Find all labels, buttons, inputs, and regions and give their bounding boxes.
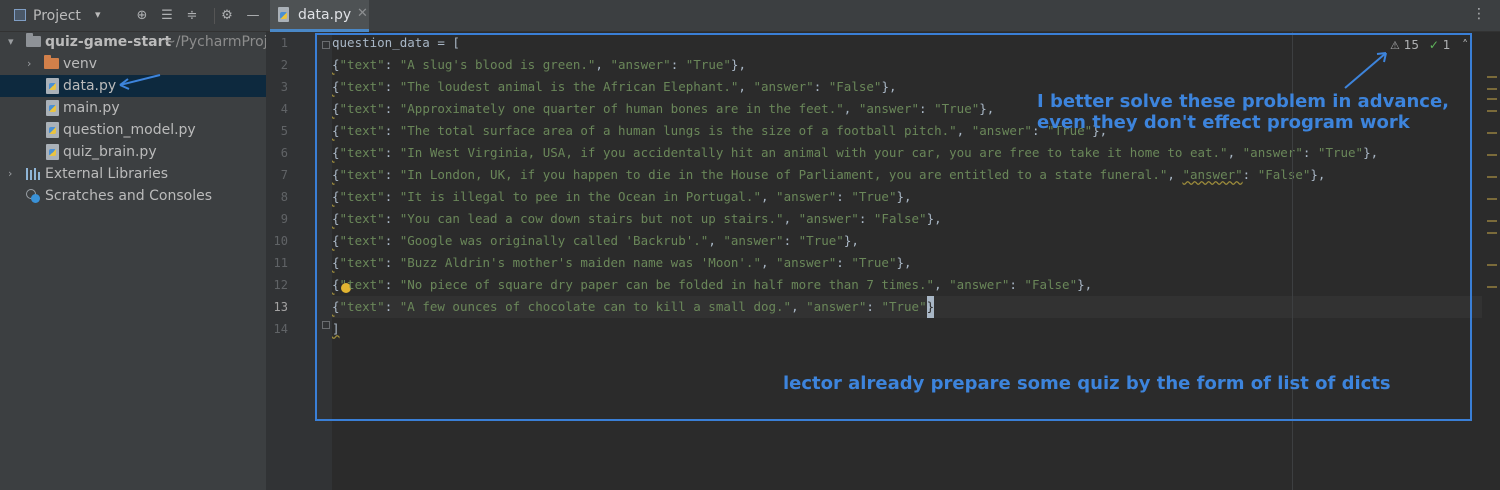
line-number: 2	[280, 58, 288, 72]
root-folder-label: quiz-game-start	[45, 34, 172, 50]
tree-item-quiz-brain-py[interactable]: quiz_brain.py	[0, 141, 266, 163]
tab-data-py[interactable]: data.py ✕	[270, 0, 369, 32]
tabs-menu-icon[interactable]: ⋮	[1472, 6, 1486, 22]
project-panel-header: Project ▾ ⊕ ☰ ≑ ⚙ —	[0, 0, 266, 32]
tree-item-label: question_model.py	[63, 122, 196, 138]
libraries-icon	[26, 168, 40, 180]
chevron-down-icon[interactable]: ▾	[8, 31, 14, 53]
folder-icon	[26, 33, 41, 47]
locate-file-icon[interactable]: ⊕	[131, 5, 153, 27]
hide-panel-icon[interactable]: —	[242, 5, 264, 27]
tree-root-quiz-game-start[interactable]: ▾ quiz-game-start ~/PycharmProj	[0, 31, 268, 53]
warning-stripe-mark	[1487, 176, 1497, 178]
line-number: 4	[280, 102, 288, 116]
project-tool-window: Project ▾ ⊕ ☰ ≑ ⚙ — ▾ quiz-game-start ~/…	[0, 0, 268, 490]
warning-stripe-mark	[1487, 264, 1497, 266]
line-number: 11	[273, 256, 288, 270]
warning-stripe-mark	[1487, 88, 1497, 90]
tree-item-label: quiz_brain.py	[63, 144, 157, 160]
tab-label: data.py	[298, 7, 352, 23]
tree-item-main-py[interactable]: main.py	[0, 97, 266, 119]
gear-icon[interactable]: ⚙	[216, 5, 238, 27]
annotation-advice-line-2: even they don't effect program work	[1037, 112, 1410, 133]
warning-stripe-mark	[1487, 132, 1497, 134]
tree-item-label: data.py	[63, 78, 117, 94]
expand-all-icon[interactable]: ☰	[156, 5, 178, 27]
tree-item-external-libraries[interactable]: › External Libraries	[0, 163, 266, 185]
line-number: 10	[273, 234, 288, 248]
warning-stripe-mark	[1487, 76, 1497, 78]
tree-item-label: main.py	[63, 100, 120, 116]
warning-stripe-mark	[1487, 110, 1497, 112]
python-file-icon	[46, 144, 59, 160]
line-number: 8	[280, 190, 288, 204]
line-number: 1	[280, 36, 288, 50]
tree-item-question-model-py[interactable]: question_model.py	[0, 119, 266, 141]
close-icon[interactable]: ✕	[357, 6, 368, 21]
line-number: 7	[280, 168, 288, 182]
line-number: 6	[280, 146, 288, 160]
scratches-icon	[26, 189, 40, 203]
collapse-all-icon[interactable]: ≑	[181, 5, 203, 27]
warning-stripe-mark	[1487, 232, 1497, 234]
line-number: 12	[273, 278, 288, 292]
error-stripe[interactable]	[1484, 32, 1500, 490]
python-file-icon	[46, 122, 59, 138]
warning-stripe-mark	[1487, 98, 1497, 100]
annotation-quiz-note: lector already prepare some quiz by the …	[783, 373, 1391, 394]
tree-item-venv[interactable]: › venv	[0, 53, 266, 75]
tree-item-label: Scratches and Consoles	[45, 188, 212, 204]
line-number: 5	[280, 124, 288, 138]
warning-stripe-mark	[1487, 220, 1497, 222]
root-folder-path: ~/PycharmProj	[164, 34, 268, 50]
line-number: 13	[273, 300, 288, 314]
chevron-right-icon[interactable]: ›	[27, 53, 31, 75]
editor-tab-bar: data.py ✕ ⋮	[266, 0, 1500, 32]
project-view-selector[interactable]: Project	[33, 8, 81, 24]
line-number: 3	[280, 80, 288, 94]
line-number: 14	[273, 322, 288, 336]
line-number: 9	[280, 212, 288, 226]
warning-stripe-mark	[1487, 286, 1497, 288]
python-file-icon	[278, 7, 289, 22]
warning-stripe-mark	[1487, 198, 1497, 200]
annotation-advice-line-1: I better solve these problem in advance,	[1037, 91, 1449, 112]
tree-item-data-py[interactable]: data.py	[0, 75, 266, 97]
tree-item-label: venv	[63, 56, 98, 72]
project-window-icon	[14, 9, 26, 21]
chevron-down-icon[interactable]: ▾	[95, 8, 101, 21]
python-file-icon	[46, 78, 59, 94]
python-file-icon	[46, 100, 59, 116]
tree-item-scratches[interactable]: Scratches and Consoles	[0, 185, 266, 207]
tree-item-label: External Libraries	[45, 166, 168, 182]
warning-stripe-mark	[1487, 154, 1497, 156]
folder-icon	[44, 55, 59, 69]
chevron-right-icon[interactable]: ›	[8, 163, 12, 185]
header-divider	[214, 8, 215, 24]
